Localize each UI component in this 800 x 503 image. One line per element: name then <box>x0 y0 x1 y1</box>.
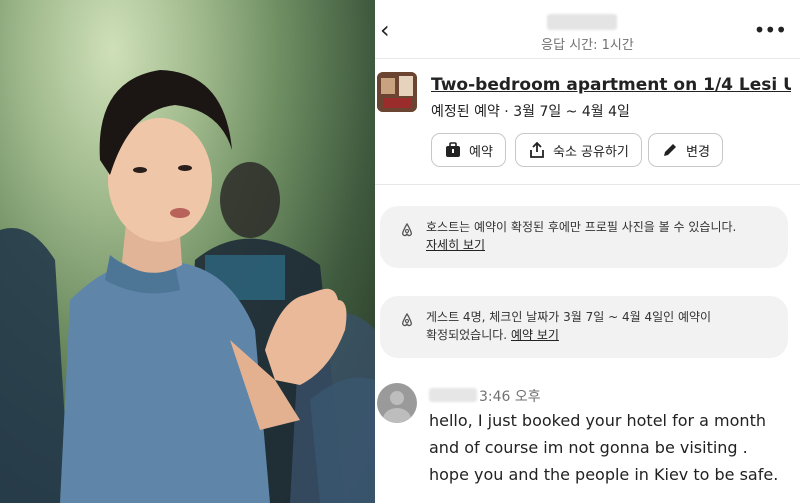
notice-text: 호스트는 예약이 확정된 후에만 프로필 사진을 볼 수 있습니다. <box>426 220 737 234</box>
top-bar: ‹ 응답 시간: 1시간 ••• <box>375 0 800 58</box>
divider <box>375 184 800 185</box>
message-line: hope you and the people in Kiev to be sa… <box>429 465 779 484</box>
message-body: hello, I just booked your hotel for a mo… <box>429 407 797 488</box>
message-line: and of course im not gonna be visiting . <box>429 438 748 457</box>
share-listing-button-label: 숙소 공유하기 <box>553 144 629 160</box>
avatar[interactable] <box>377 383 417 423</box>
reservation-button[interactable]: 예약 <box>431 133 506 167</box>
airbnb-logo-icon <box>402 223 412 237</box>
airbnb-logo-icon <box>402 313 412 327</box>
view-reservation-link[interactable]: 예약 보기 <box>511 328 559 342</box>
notice-text: 확정되었습니다. <box>426 328 508 342</box>
notice-text: 게스트 4명, 체크인 날짜가 3월 7일 ~ 4월 4일인 예약이 <box>426 310 712 324</box>
host-name-redacted <box>547 14 617 30</box>
divider <box>375 58 800 59</box>
booking-confirmed-notice: 게스트 4명, 체크인 날짜가 3월 7일 ~ 4월 4일인 예약이 확정되었습… <box>380 296 788 358</box>
reservation-button-label: 예약 <box>469 144 493 160</box>
sender-name-redacted <box>429 388 477 402</box>
photo-panel <box>0 0 375 503</box>
learn-more-link[interactable]: 자세히 보기 <box>426 238 485 252</box>
listing-title[interactable]: Two-bedroom apartment on 1/4 Lesi Uk... <box>431 75 791 95</box>
change-button[interactable]: 변경 <box>648 133 723 167</box>
change-button-label: 변경 <box>686 144 710 160</box>
suitcase-icon <box>446 142 460 157</box>
share-listing-button[interactable]: 숙소 공유하기 <box>515 133 642 167</box>
person-photo <box>0 70 375 503</box>
response-time: 응답 시간: 1시간 <box>541 38 634 53</box>
chat-panel: ‹ 응답 시간: 1시간 ••• Two-bedroom apartment o… <box>375 0 800 503</box>
share-icon <box>530 141 544 158</box>
ellipsis-icon[interactable]: ••• <box>754 18 787 42</box>
listing-thumbnail[interactable] <box>377 72 417 112</box>
message-time: 3:46 오후 <box>479 389 541 405</box>
message-line: hello, I just booked your hotel for a mo… <box>429 411 766 430</box>
profile-photo-notice: 호스트는 예약이 확정된 후에만 프로필 사진을 볼 수 있습니다. 자세히 보… <box>380 206 788 268</box>
pencil-icon <box>664 144 676 156</box>
reservation-status: 예정된 예약 · 3월 7일 ~ 4월 4일 <box>431 104 630 120</box>
